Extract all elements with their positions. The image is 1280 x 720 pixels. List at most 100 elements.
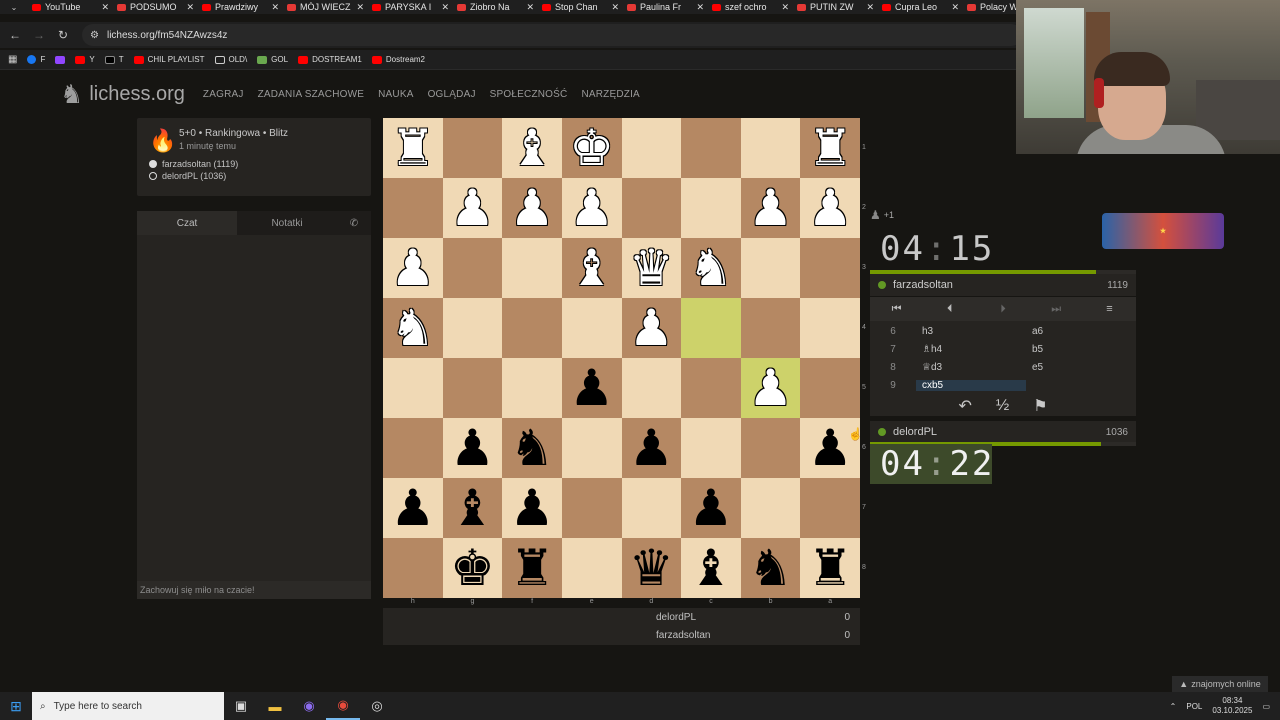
board-square[interactable]	[621, 358, 682, 418]
forward-arrow-icon[interactable]: →	[30, 26, 48, 44]
white-pawn-icon[interactable]: ♟	[450, 183, 495, 233]
black-pawn-icon[interactable]: ♟	[390, 483, 435, 533]
board-square[interactable]: ♚	[442, 538, 503, 598]
browser-tab[interactable]: PODSUMO ✕	[113, 0, 198, 14]
nav-play[interactable]: ZAGRAJ	[203, 89, 244, 100]
bookmark-facebook[interactable]: F	[27, 55, 45, 64]
white-bishop-icon[interactable]: ♝	[569, 243, 614, 293]
board-square[interactable]	[740, 118, 801, 178]
board-square[interactable]: ♟	[502, 478, 562, 538]
board-square[interactable]: ♟	[800, 178, 860, 238]
nav-learn[interactable]: NAUKA	[378, 89, 413, 100]
obs-icon[interactable]: ◎	[360, 692, 394, 720]
board-square[interactable]	[681, 358, 741, 418]
board-square[interactable]: ♟	[740, 358, 801, 418]
board-square[interactable]	[383, 178, 443, 238]
board-square[interactable]	[800, 298, 860, 358]
browser-tab[interactable]: PARYSKA I ✕	[368, 0, 453, 14]
board-square[interactable]	[681, 178, 741, 238]
black-king-icon[interactable]: ♚	[450, 543, 495, 593]
chess-board[interactable]: ♜ ♝ ♚ ♜ ♟ ♟ ♟ ♟ ♟ ♟ ♝ ♛ ♞ ♞ ♟ ♟ ♟ ♟ ♞ ♟ ♟ ♟ ♝ ♟ ♟ ♚ ♜ ♛ ♝ ♞ ♜	[383, 118, 860, 598]
site-info-icon[interactable]: ⚙	[90, 30, 99, 41]
event-banner-image[interactable]: ★	[1102, 213, 1224, 249]
white-king-icon[interactable]: ♚	[569, 123, 614, 173]
white-move[interactable]: ♕d3	[916, 362, 1026, 373]
bookmark-dostream1[interactable]: DOSTREAM1	[298, 55, 362, 64]
top-player-bar[interactable]: farzadsoltan 1119	[870, 274, 1136, 296]
black-pawn-icon[interactable]: ♟	[808, 423, 853, 473]
white-rook-icon[interactable]: ♜	[808, 123, 853, 173]
browser-tab[interactable]: Prawdziwy ✕	[198, 0, 283, 14]
apps-grid-icon[interactable]: ▦	[8, 54, 17, 65]
board-square[interactable]	[800, 478, 860, 538]
board-square[interactable]: ♝	[681, 538, 741, 598]
board-square[interactable]	[621, 118, 682, 178]
browser-tab[interactable]: Cupra Leo ✕	[878, 0, 963, 14]
white-pawn-icon[interactable]: ♟	[808, 183, 853, 233]
white-knight-icon[interactable]: ♞	[390, 303, 435, 353]
white-pawn-icon[interactable]: ♟	[510, 183, 555, 233]
tab-search-chevron-icon[interactable]: ⌄	[0, 0, 28, 14]
black-move[interactable]: a6	[1026, 326, 1126, 337]
white-player-line[interactable]: farzadsoltan (1119)	[149, 159, 359, 169]
last-move-icon[interactable]: ⏭	[1030, 303, 1083, 316]
tab-close-icon[interactable]: ✕	[271, 2, 279, 13]
first-move-icon[interactable]: ⏮	[870, 303, 923, 316]
board-square[interactable]	[740, 478, 801, 538]
board-square[interactable]: ♟	[561, 358, 622, 418]
black-move[interactable]: b5	[1026, 344, 1126, 355]
board-square[interactable]: ♝	[502, 118, 562, 178]
board-square[interactable]: ♜	[502, 538, 562, 598]
white-rook-icon[interactable]: ♜	[390, 123, 435, 173]
board-square[interactable]	[502, 238, 562, 298]
tab-chat[interactable]: Czat	[137, 211, 237, 235]
board-square[interactable]: ♜	[800, 538, 860, 598]
phone-icon[interactable]: ✆	[337, 211, 371, 235]
spectators[interactable]: ♟ +1	[870, 208, 894, 222]
board-square[interactable]	[502, 298, 562, 358]
resign-flag-icon[interactable]: ⚑	[1033, 396, 1047, 416]
board-square[interactable]	[383, 418, 443, 478]
task-view-icon[interactable]: ▣	[224, 692, 258, 720]
board-square[interactable]	[383, 358, 443, 418]
black-bishop-icon[interactable]: ♝	[689, 543, 734, 593]
white-move[interactable]: h3	[916, 326, 1026, 337]
black-rook-icon[interactable]: ♜	[510, 543, 555, 593]
tab-close-icon[interactable]: ✕	[101, 2, 109, 13]
chat-input[interactable]: Zachowuj się miło na czacie!	[137, 581, 371, 599]
friends-online-button[interactable]: ▲ znajomych online	[1172, 676, 1268, 692]
taskbar-search[interactable]: ⌕ Type here to search	[32, 692, 224, 720]
white-pawn-icon[interactable]: ♟	[569, 183, 614, 233]
board-square[interactable]	[561, 298, 622, 358]
browser-tab[interactable]: PUTIN ZW ✕	[793, 0, 878, 14]
board-square[interactable]: ♛	[621, 238, 682, 298]
board-square[interactable]: ♟	[502, 178, 562, 238]
white-queen-icon[interactable]: ♛	[629, 243, 674, 293]
reload-icon[interactable]: ↻	[54, 26, 72, 44]
board-square[interactable]	[621, 178, 682, 238]
board-square[interactable]: ♞	[502, 418, 562, 478]
offer-draw-button[interactable]: ½	[996, 397, 1009, 415]
black-pawn-icon[interactable]: ♟	[689, 483, 734, 533]
board-square[interactable]: ♟	[442, 178, 503, 238]
white-bishop-icon[interactable]: ♝	[510, 123, 555, 173]
browser-tab[interactable]: MÓJ WIECZ ✕	[283, 0, 368, 14]
bottom-player-bar[interactable]: delordPL 1036	[870, 421, 1136, 443]
bookmark-chil-playlist[interactable]: CHIL PLAYLIST	[133, 55, 205, 64]
board-square[interactable]	[621, 478, 682, 538]
url-field[interactable]: ⚙ lichess.org/fm54NZAwzs4z	[82, 24, 1022, 46]
bookmark-old-folder[interactable]: OLD\	[214, 55, 247, 64]
notification-icon[interactable]: ▭	[1262, 702, 1270, 711]
takeback-icon[interactable]: ↶	[958, 396, 971, 416]
browser-tab[interactable]: Stop Chan ✕	[538, 0, 623, 14]
board-square[interactable]: ♟	[442, 418, 503, 478]
white-move[interactable]: cxb5	[916, 379, 1026, 391]
tab-close-icon[interactable]: ✕	[866, 2, 874, 13]
white-pawn-icon[interactable]: ♟	[629, 303, 674, 353]
board-square[interactable]	[740, 418, 801, 478]
nav-puzzles[interactable]: ZADANIA SZACHOWE	[258, 89, 365, 100]
board-square[interactable]: ♟	[561, 178, 622, 238]
white-pawn-icon[interactable]: ♟	[748, 183, 793, 233]
tab-close-icon[interactable]: ✕	[951, 2, 959, 13]
black-pawn-icon[interactable]: ♟	[629, 423, 674, 473]
